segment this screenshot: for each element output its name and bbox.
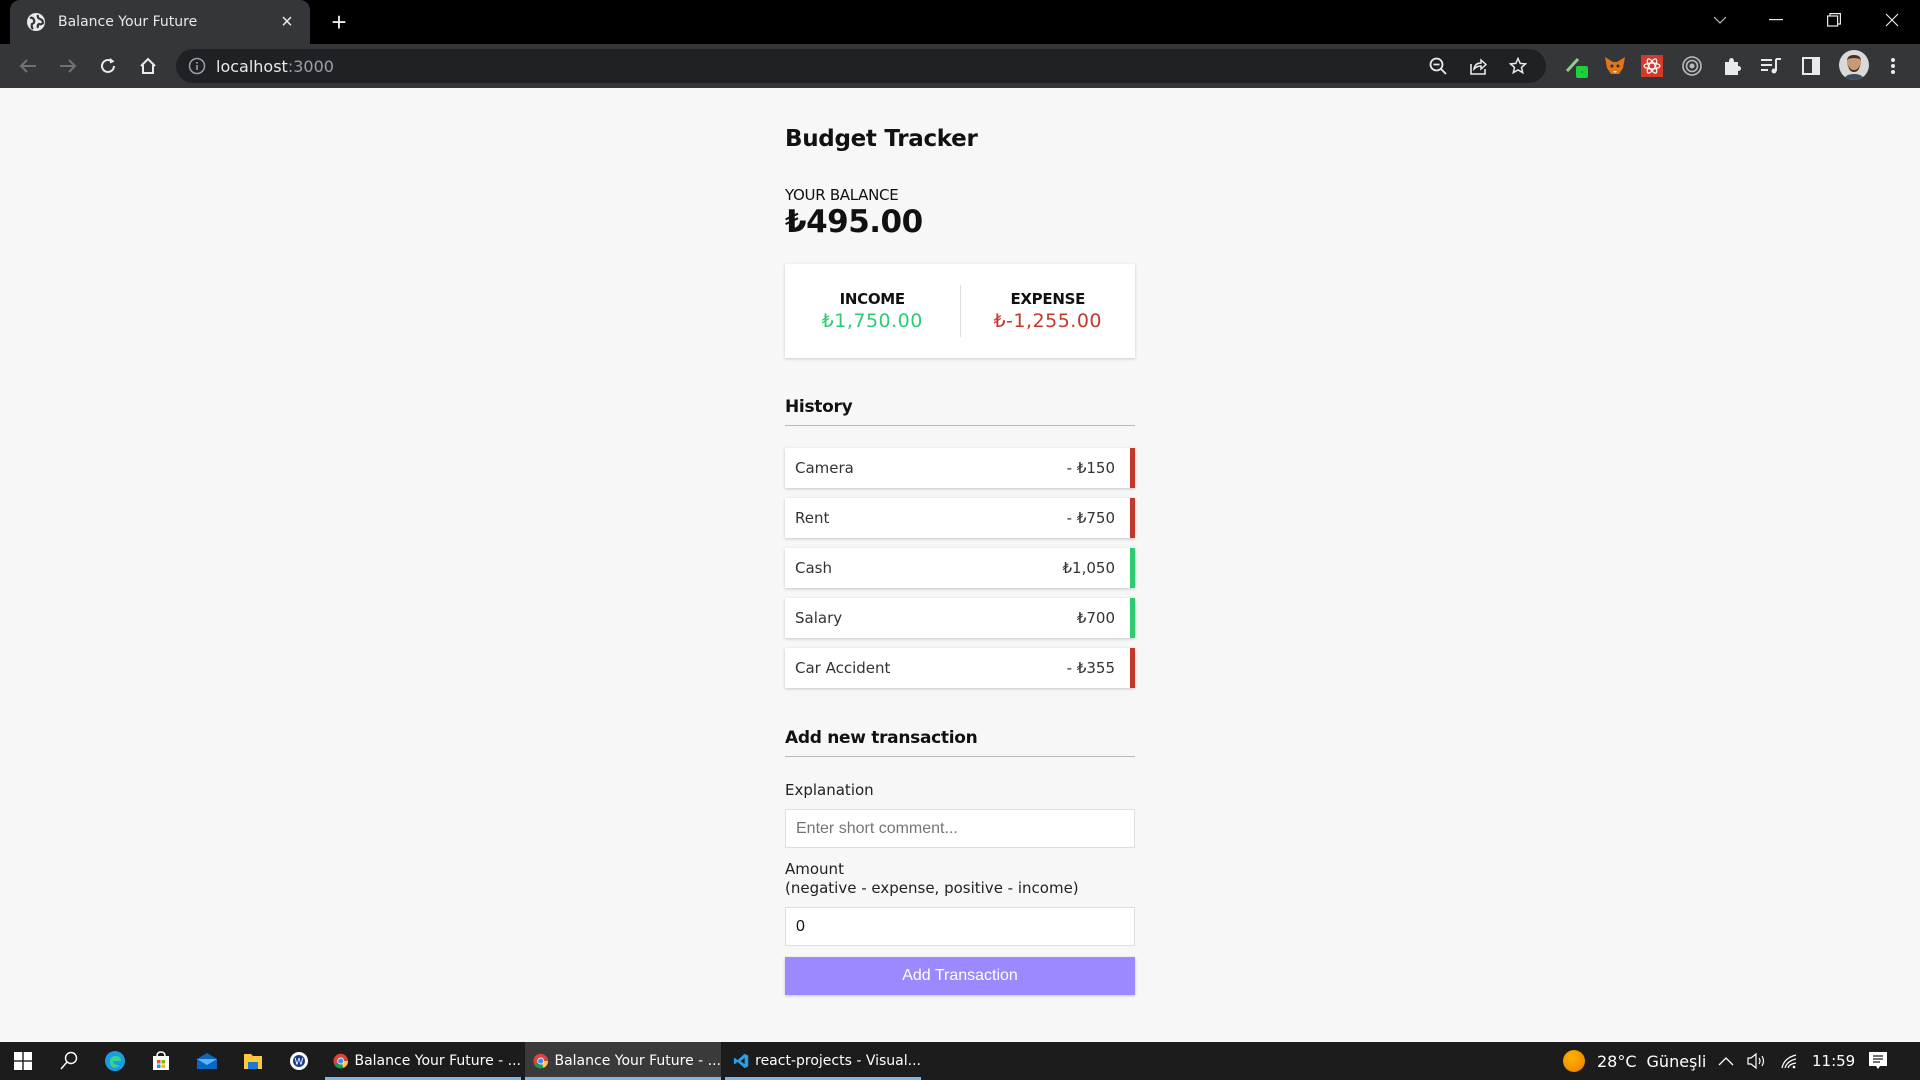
transaction-amount: - ₺750 (1066, 509, 1115, 527)
zoom-out-icon[interactable] (1426, 54, 1450, 78)
vscode-icon (733, 1053, 749, 1069)
arrow-left-icon[interactable] (14, 52, 42, 80)
transaction-item[interactable]: Cash ₺1,050 (785, 548, 1135, 588)
expense-value: ₺-1,255.00 (993, 310, 1103, 332)
close-window-icon[interactable] (1864, 0, 1920, 40)
balance-value: ₺495.00 (785, 204, 923, 240)
target-extension-icon[interactable] (1679, 53, 1705, 79)
clock[interactable]: 11:59 (1812, 1042, 1855, 1080)
expense-section: EXPENSE ₺-1,255.00 (961, 290, 1136, 332)
home-icon[interactable] (134, 52, 162, 80)
transaction-text: Salary (795, 609, 843, 627)
taskbar-app-vscode[interactable]: react-projects - Visual... (725, 1042, 921, 1080)
puzzle-extensions-icon[interactable] (1719, 53, 1745, 79)
metamask-fox-icon[interactable] (1602, 53, 1628, 79)
avatar[interactable] (1839, 50, 1869, 80)
side-panel-icon[interactable] (1798, 53, 1824, 79)
weather-widget[interactable]: 28°C Güneşli (1563, 1042, 1706, 1080)
transaction-text: Camera (795, 459, 854, 477)
notification-icon[interactable] (1868, 1042, 1888, 1080)
transaction-amount: ₺700 (1076, 609, 1115, 627)
url-text[interactable]: localhost:3000 (216, 57, 334, 76)
chrome-icon (333, 1053, 349, 1069)
arrow-right-icon[interactable] (54, 52, 82, 80)
plus-icon[interactable]: + (325, 8, 353, 36)
media-queue-icon[interactable] (1758, 53, 1784, 79)
word-icon[interactable]: W (276, 1042, 322, 1080)
share-icon[interactable] (1466, 54, 1490, 78)
volume-icon[interactable] (1746, 1042, 1768, 1080)
transaction-text: Car Accident (795, 659, 891, 677)
weather-desc: Güneşli (1646, 1051, 1707, 1071)
income-label: INCOME (839, 290, 906, 308)
browser-tab[interactable]: Balance Your Future × (10, 0, 310, 44)
explanation-label: Explanation (785, 781, 874, 799)
kebab-menu-icon[interactable] (1880, 53, 1906, 79)
taskbar-app-label: Balance Your Future - ... (554, 1053, 721, 1069)
expense-label: EXPENSE (1010, 290, 1086, 308)
transaction-list: Camera - ₺150 Rent - ₺750 Cash ₺1,050 Salary ₺7… (785, 448, 1135, 698)
react-devtools-icon[interactable] (1639, 53, 1665, 79)
store-icon[interactable] (138, 1042, 184, 1080)
restore-icon[interactable] (1806, 0, 1862, 40)
sun-icon (1563, 1050, 1585, 1072)
income-expense-card: INCOME ₺1,750.00 EXPENSE ₺-1,255.00 (785, 264, 1135, 358)
page-title: Budget Tracker (785, 126, 978, 152)
balance-label: YOUR BALANCE (785, 186, 899, 204)
transaction-item[interactable]: Salary ₺700 (785, 598, 1135, 638)
windows-start-icon[interactable] (0, 1042, 46, 1080)
chevron-up-icon[interactable] (1718, 1042, 1734, 1080)
amount-input[interactable] (785, 907, 1135, 946)
add-transaction-button[interactable]: Add Transaction (785, 957, 1135, 995)
mail-icon[interactable] (184, 1042, 230, 1080)
income-section: INCOME ₺1,750.00 (785, 290, 960, 332)
transaction-amount: ₺1,050 (1062, 559, 1116, 577)
transaction-item[interactable]: Camera - ₺150 (785, 448, 1135, 488)
page-viewport: Budget Tracker YOUR BALANCE ₺495.00 INCO… (0, 88, 1920, 1042)
browser-toolbar: localhost:3000 (0, 44, 1920, 88)
chevron-down-icon[interactable] (1692, 0, 1748, 40)
transaction-item[interactable]: Rent - ₺750 (785, 498, 1135, 538)
transaction-text: Rent (795, 509, 830, 527)
address-bar[interactable]: localhost:3000 (176, 49, 1546, 83)
wifi-icon[interactable] (1780, 1042, 1800, 1080)
add-transaction-title: Add new transaction (785, 728, 1135, 757)
info-icon[interactable] (188, 57, 206, 75)
chrome-icon (533, 1053, 549, 1069)
taskbar-app-label: react-projects - Visual... (755, 1053, 921, 1069)
browser-tab-bar: Balance Your Future × + (0, 0, 1920, 44)
transaction-text: Cash (795, 559, 832, 577)
tab-title: Balance Your Future (58, 14, 198, 30)
star-icon[interactable] (1506, 54, 1530, 78)
eyedropper-extension-icon[interactable] (1563, 53, 1589, 79)
file-explorer-icon[interactable] (230, 1042, 276, 1080)
transaction-item[interactable]: Car Accident - ₺355 (785, 648, 1135, 688)
close-icon[interactable]: × (278, 12, 296, 32)
explanation-input[interactable] (785, 809, 1135, 848)
history-title: History (785, 397, 1135, 426)
edge-icon[interactable] (92, 1042, 138, 1080)
amount-label-text: Amount (785, 860, 844, 878)
amount-hint: (negative - expense, positive - income) (785, 879, 1079, 897)
reload-icon[interactable] (94, 52, 122, 80)
income-value: ₺1,750.00 (821, 310, 923, 332)
weather-temp: 28°C (1597, 1051, 1637, 1071)
minimize-icon[interactable] (1748, 0, 1804, 40)
transaction-amount: - ₺150 (1066, 459, 1115, 477)
windows-taskbar: W Balance Your Future - ... Balance Your… (0, 1042, 1920, 1080)
taskbar-app-chrome-1[interactable]: Balance Your Future - ... (325, 1042, 521, 1080)
search-icon[interactable] (46, 1042, 92, 1080)
svg-text:W: W (295, 1058, 304, 1068)
amount-label: Amount (negative - expense, positive - i… (785, 860, 1079, 898)
globe-icon (27, 13, 45, 31)
taskbar-app-chrome-2[interactable]: Balance Your Future - ... (525, 1042, 721, 1080)
transaction-amount: - ₺355 (1066, 659, 1115, 677)
taskbar-app-label: Balance Your Future - ... (354, 1053, 521, 1069)
